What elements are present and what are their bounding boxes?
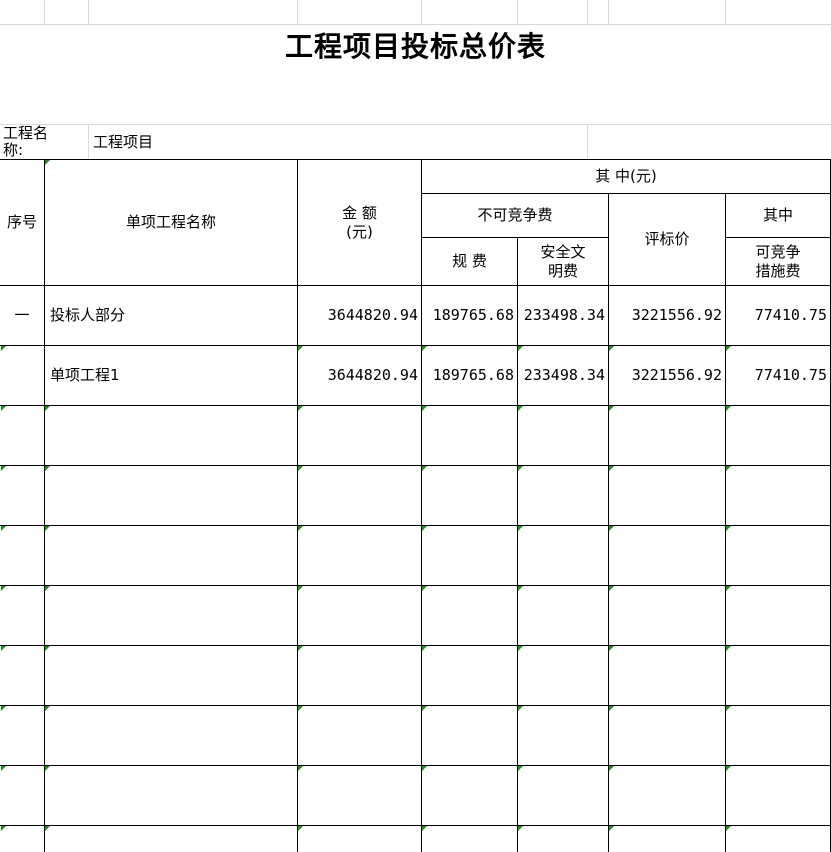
error-indicator-icon (609, 526, 614, 531)
error-indicator-icon (1, 766, 6, 771)
error-indicator-icon (518, 346, 523, 351)
header-of-which: 其 中(元) (595, 167, 657, 185)
row-safety-fee: 233498.34 (523, 366, 605, 384)
error-indicator-icon (298, 466, 303, 471)
error-indicator-icon (422, 826, 427, 831)
error-indicator-icon (726, 526, 731, 531)
error-indicator-icon (609, 826, 614, 831)
error-indicator-icon (298, 646, 303, 651)
row-safety-fee: 233498.34 (523, 306, 605, 324)
error-indicator-icon (518, 646, 523, 651)
error-indicator-icon (726, 706, 731, 711)
header-bid-eval-price: 评标价 (644, 230, 690, 248)
error-indicator-icon (1, 826, 6, 831)
error-indicator-icon (45, 526, 50, 531)
error-indicator-icon (298, 706, 303, 711)
error-indicator-icon (518, 406, 523, 411)
error-indicator-icon (609, 346, 614, 351)
row-bid-eval-price: 3221556.92 (631, 306, 722, 324)
row-seq: 一 (14, 306, 30, 324)
error-indicator-icon (1, 346, 6, 351)
row-seq (0, 346, 44, 405)
error-indicator-icon (518, 826, 523, 831)
error-indicator-icon (422, 466, 427, 471)
error-indicator-icon (298, 526, 303, 531)
error-indicator-icon (45, 766, 50, 771)
error-indicator-icon (609, 706, 614, 711)
error-indicator-icon (609, 646, 614, 651)
error-indicator-icon (422, 646, 427, 651)
error-indicator-icon (726, 826, 731, 831)
error-indicator-icon (518, 766, 523, 771)
error-indicator-icon (609, 586, 614, 591)
error-indicator-icon (45, 406, 50, 411)
error-indicator-icon (1, 706, 6, 711)
header-name: 单项工程名称 (125, 213, 216, 231)
error-indicator-icon (298, 826, 303, 831)
error-indicator-icon (422, 766, 427, 771)
error-indicator-icon (422, 586, 427, 591)
error-indicator-icon (726, 646, 731, 651)
error-indicator-icon (726, 586, 731, 591)
row-amount: 3644820.94 (327, 366, 418, 384)
row-name: 单项工程1 (50, 366, 120, 384)
error-indicator-icon (298, 346, 303, 351)
header-amount: 金 额 (元) (342, 203, 377, 241)
error-indicator-icon (45, 826, 50, 831)
error-indicator-icon (45, 160, 50, 165)
error-indicator-icon (609, 466, 614, 471)
error-indicator-icon (422, 406, 427, 411)
row-name: 投标人部分 (50, 306, 126, 324)
row-regulatory-fee: 189765.68 (432, 366, 514, 384)
error-indicator-icon (726, 766, 731, 771)
error-indicator-icon (726, 346, 731, 351)
error-indicator-icon (518, 526, 523, 531)
header-competitive-measures: 可竞争 措施费 (755, 242, 801, 280)
row-amount: 3644820.94 (327, 306, 418, 324)
header-non-competitive: 不可竞争费 (477, 206, 553, 224)
project-name-label: 工程名称: (3, 125, 49, 159)
error-indicator-icon (726, 406, 731, 411)
page-title: 工程项目投标总价表 (284, 30, 546, 63)
project-name-value: 工程项目 (93, 132, 154, 151)
header-of-which2: 其中 (762, 206, 793, 224)
error-indicator-icon (45, 646, 50, 651)
error-indicator-icon (609, 406, 614, 411)
error-indicator-icon (298, 766, 303, 771)
error-indicator-icon (518, 466, 523, 471)
error-indicator-icon (298, 406, 303, 411)
error-indicator-icon (298, 586, 303, 591)
error-indicator-icon (518, 706, 523, 711)
error-indicator-icon (609, 766, 614, 771)
header-safety-fee: 安全文 明费 (540, 242, 586, 280)
error-indicator-icon (518, 586, 523, 591)
error-indicator-icon (45, 706, 50, 711)
error-indicator-icon (422, 526, 427, 531)
error-indicator-icon (45, 466, 50, 471)
error-indicator-icon (1, 526, 6, 531)
header-seq: 序号 (6, 213, 37, 231)
row-bid-eval-price: 3221556.92 (631, 366, 722, 384)
error-indicator-icon (422, 346, 427, 351)
error-indicator-icon (422, 706, 427, 711)
error-indicator-icon (1, 466, 6, 471)
row-competitive-measures: 77410.75 (754, 366, 827, 384)
error-indicator-icon (726, 466, 731, 471)
error-indicator-icon (45, 586, 50, 591)
row-regulatory-fee: 189765.68 (432, 306, 514, 324)
error-indicator-icon (1, 646, 6, 651)
row-competitive-measures: 77410.75 (754, 306, 827, 324)
error-indicator-icon (1, 586, 6, 591)
header-regulatory-fee: 规 费 (452, 252, 487, 270)
error-indicator-icon (1, 406, 6, 411)
